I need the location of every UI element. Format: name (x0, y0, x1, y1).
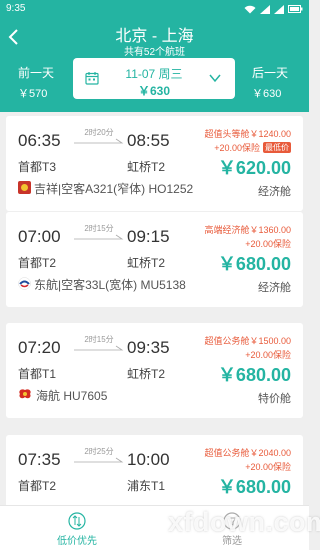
flight-duration: 2时20分 (84, 128, 114, 137)
flight-count: 共有52个航班 (123, 47, 186, 58)
arrival-airport: 浦东T1 (127, 479, 166, 493)
battery-icon (288, 5, 303, 13)
insurance-text: +20.00保险 (245, 350, 291, 360)
departure-airport: 首都T1 (18, 367, 57, 381)
departure-airport: 首都T2 (18, 479, 57, 493)
signal-icon-2 (274, 4, 284, 14)
arrow-icon (74, 345, 124, 351)
flight-duration: 2时15分 (84, 224, 114, 233)
airline-info: 海航 HU7605 (36, 389, 108, 403)
flight-duration: 2时15分 (84, 335, 114, 344)
insurance-row: +20.00保险 最低价 (214, 141, 291, 154)
low-price-first-tab[interactable]: 低价优先 (37, 512, 117, 547)
arrival-time: 09:15 (127, 227, 170, 246)
insurance-text: +20.00保险 (245, 462, 291, 472)
arrow-icon (74, 457, 124, 463)
flight-price: ￥680.00 (217, 365, 291, 385)
header-bar: 9:35 北京 - 上海 共有52个航班 前一天 ￥570 11-07 周三 ￥… (0, 0, 309, 112)
flight-duration: 2时25分 (84, 447, 114, 456)
airline-info: 东航|空客33L(宽体) MU5138 (34, 278, 186, 292)
promo-text: 高端经济舱￥1360.00 (204, 225, 291, 235)
insurance-row: +20.00保险 (245, 348, 291, 361)
prev-day-label: 前一天 (18, 66, 55, 80)
next-day-label: 后一天 (251, 66, 288, 80)
airline-logo-icon (18, 181, 31, 194)
next-day-button[interactable]: 后一天 ￥630 (252, 64, 288, 101)
prev-day-price: ￥570 (18, 88, 48, 100)
signal-icon (260, 4, 270, 14)
flight-price: ￥620.00 (217, 158, 291, 178)
departure-airport: 首都T2 (18, 256, 57, 270)
flight-card[interactable]: 07:20 2时15分 09:35 首都T1 虹桥T2 海航 HU7605 超值… (6, 323, 303, 418)
sort-icon (68, 512, 86, 530)
arrival-time: 10:00 (127, 450, 170, 469)
insurance-row: +20.00保险 (245, 460, 291, 473)
lowest-price-badge: 最低价 (263, 142, 291, 153)
arrival-airport: 虹桥T2 (127, 160, 166, 174)
promo-text: 超值公务舱￥2040.00 (204, 448, 291, 458)
airline-info: 吉祥|空客A321(窄体) HO1252 (34, 182, 194, 196)
departure-time: 07:35 (18, 450, 61, 469)
next-day-price: ￥630 (251, 88, 282, 100)
arrival-airport: 虹桥T2 (127, 367, 166, 381)
cabin-class: 特价舱 (258, 393, 291, 405)
status-bar: 9:35 (0, 0, 309, 18)
flight-card[interactable]: 07:35 2时25分 10:00 首都T2 浦东T1 超值公务舱￥2040.0… (6, 435, 303, 515)
flight-price: ￥680.00 (217, 477, 291, 497)
departure-time: 06:35 (18, 131, 61, 150)
chevron-down-icon (209, 74, 221, 83)
departure-time: 07:00 (18, 227, 61, 246)
promo-text: 超值头等舱￥1240.00 (204, 129, 291, 139)
departure-airport: 首都T3 (18, 160, 57, 174)
promo-text: 超值公务舱￥1500.00 (204, 336, 291, 346)
arrow-icon (74, 234, 124, 240)
flight-price: ￥680.00 (217, 254, 291, 274)
cabin-class: 经济舱 (258, 282, 291, 294)
status-icons (244, 4, 303, 14)
airline-logo-icon (18, 277, 31, 290)
arrival-airport: 虹桥T2 (127, 256, 166, 270)
arrival-time: 09:35 (127, 338, 170, 357)
flight-card[interactable]: 07:00 2时15分 09:15 首都T2 虹桥T2 东航|空客33L(宽体)… (6, 212, 303, 307)
low-price-first-label: 低价优先 (57, 536, 97, 547)
airline-logo-icon (19, 389, 31, 399)
arrival-time: 08:55 (127, 131, 170, 150)
watermark-text: xfdown.com (168, 507, 320, 537)
prev-day-button[interactable]: 前一天 ￥570 (18, 64, 54, 101)
insurance-row: +20.00保险 (245, 237, 291, 250)
cabin-class: 经济舱 (258, 186, 291, 198)
status-time: 9:35 (6, 3, 26, 14)
flight-card[interactable]: 06:35 2时20分 08:55 首都T3 虹桥T2 吉祥|空客A321(窄体… (6, 116, 303, 211)
insurance-text: +20.00保险 (214, 143, 260, 153)
arrow-icon (74, 138, 124, 144)
departure-time: 07:20 (18, 338, 61, 357)
insurance-text: +20.00保险 (245, 239, 291, 249)
wifi-icon (244, 5, 256, 13)
date-selector[interactable]: 11-07 周三 ￥630 (73, 58, 235, 99)
